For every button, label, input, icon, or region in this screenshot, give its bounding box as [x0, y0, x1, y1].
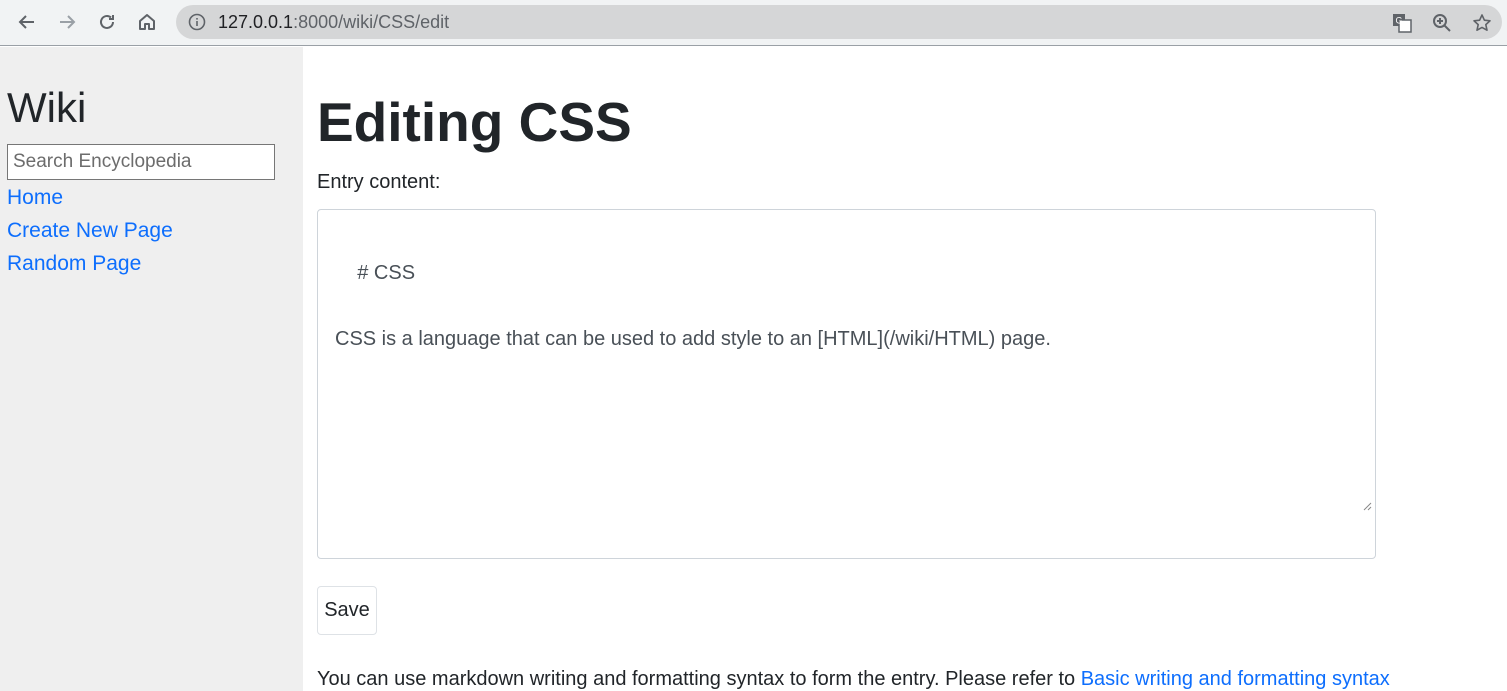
svg-text:G: G [1396, 16, 1403, 26]
home-icon[interactable] [133, 8, 161, 36]
reload-icon[interactable] [93, 8, 121, 36]
markdown-help-text: You can use markdown writing and formatt… [317, 667, 1390, 691]
resize-grip-icon[interactable] [1329, 456, 1372, 555]
bookmark-star-icon[interactable] [1472, 13, 1492, 38]
browser-toolbar: 127.0.0.1:8000/wiki/CSS/edit G [0, 0, 1507, 46]
search-input[interactable] [7, 144, 275, 180]
forward-arrow-icon[interactable] [53, 8, 81, 36]
info-icon[interactable] [188, 13, 206, 36]
entry-content-label: Entry content: [317, 171, 441, 193]
formatting-syntax-link[interactable]: Basic writing and formatting syntax [1081, 668, 1390, 690]
save-button[interactable]: Save [317, 586, 377, 635]
help-text: You can use markdown writing and formatt… [317, 668, 1081, 690]
sidebar-link-home[interactable]: Home [7, 185, 63, 211]
sidebar-link-create-new-page[interactable]: Create New Page [7, 218, 173, 244]
entry-content-textarea[interactable]: # CSS CSS is a language that can be used… [317, 209, 1376, 559]
sidebar: Wiki Home Create New Page Random Page [0, 47, 303, 691]
address-bar[interactable]: 127.0.0.1:8000/wiki/CSS/edit G [176, 5, 1502, 39]
main-content: Editing CSS Entry content: # CSS CSS is … [317, 47, 1507, 691]
page-title: Editing CSS [317, 91, 632, 153]
back-arrow-icon[interactable] [13, 8, 41, 36]
entry-content-text: # CSS CSS is a language that can be used… [335, 262, 1051, 350]
zoom-icon[interactable] [1432, 13, 1452, 38]
sidebar-link-random-page[interactable]: Random Page [7, 251, 141, 277]
translate-icon[interactable]: G [1392, 13, 1412, 38]
url-text: 127.0.0.1:8000/wiki/CSS/edit [218, 12, 450, 32]
site-title: Wiki [7, 84, 87, 131]
